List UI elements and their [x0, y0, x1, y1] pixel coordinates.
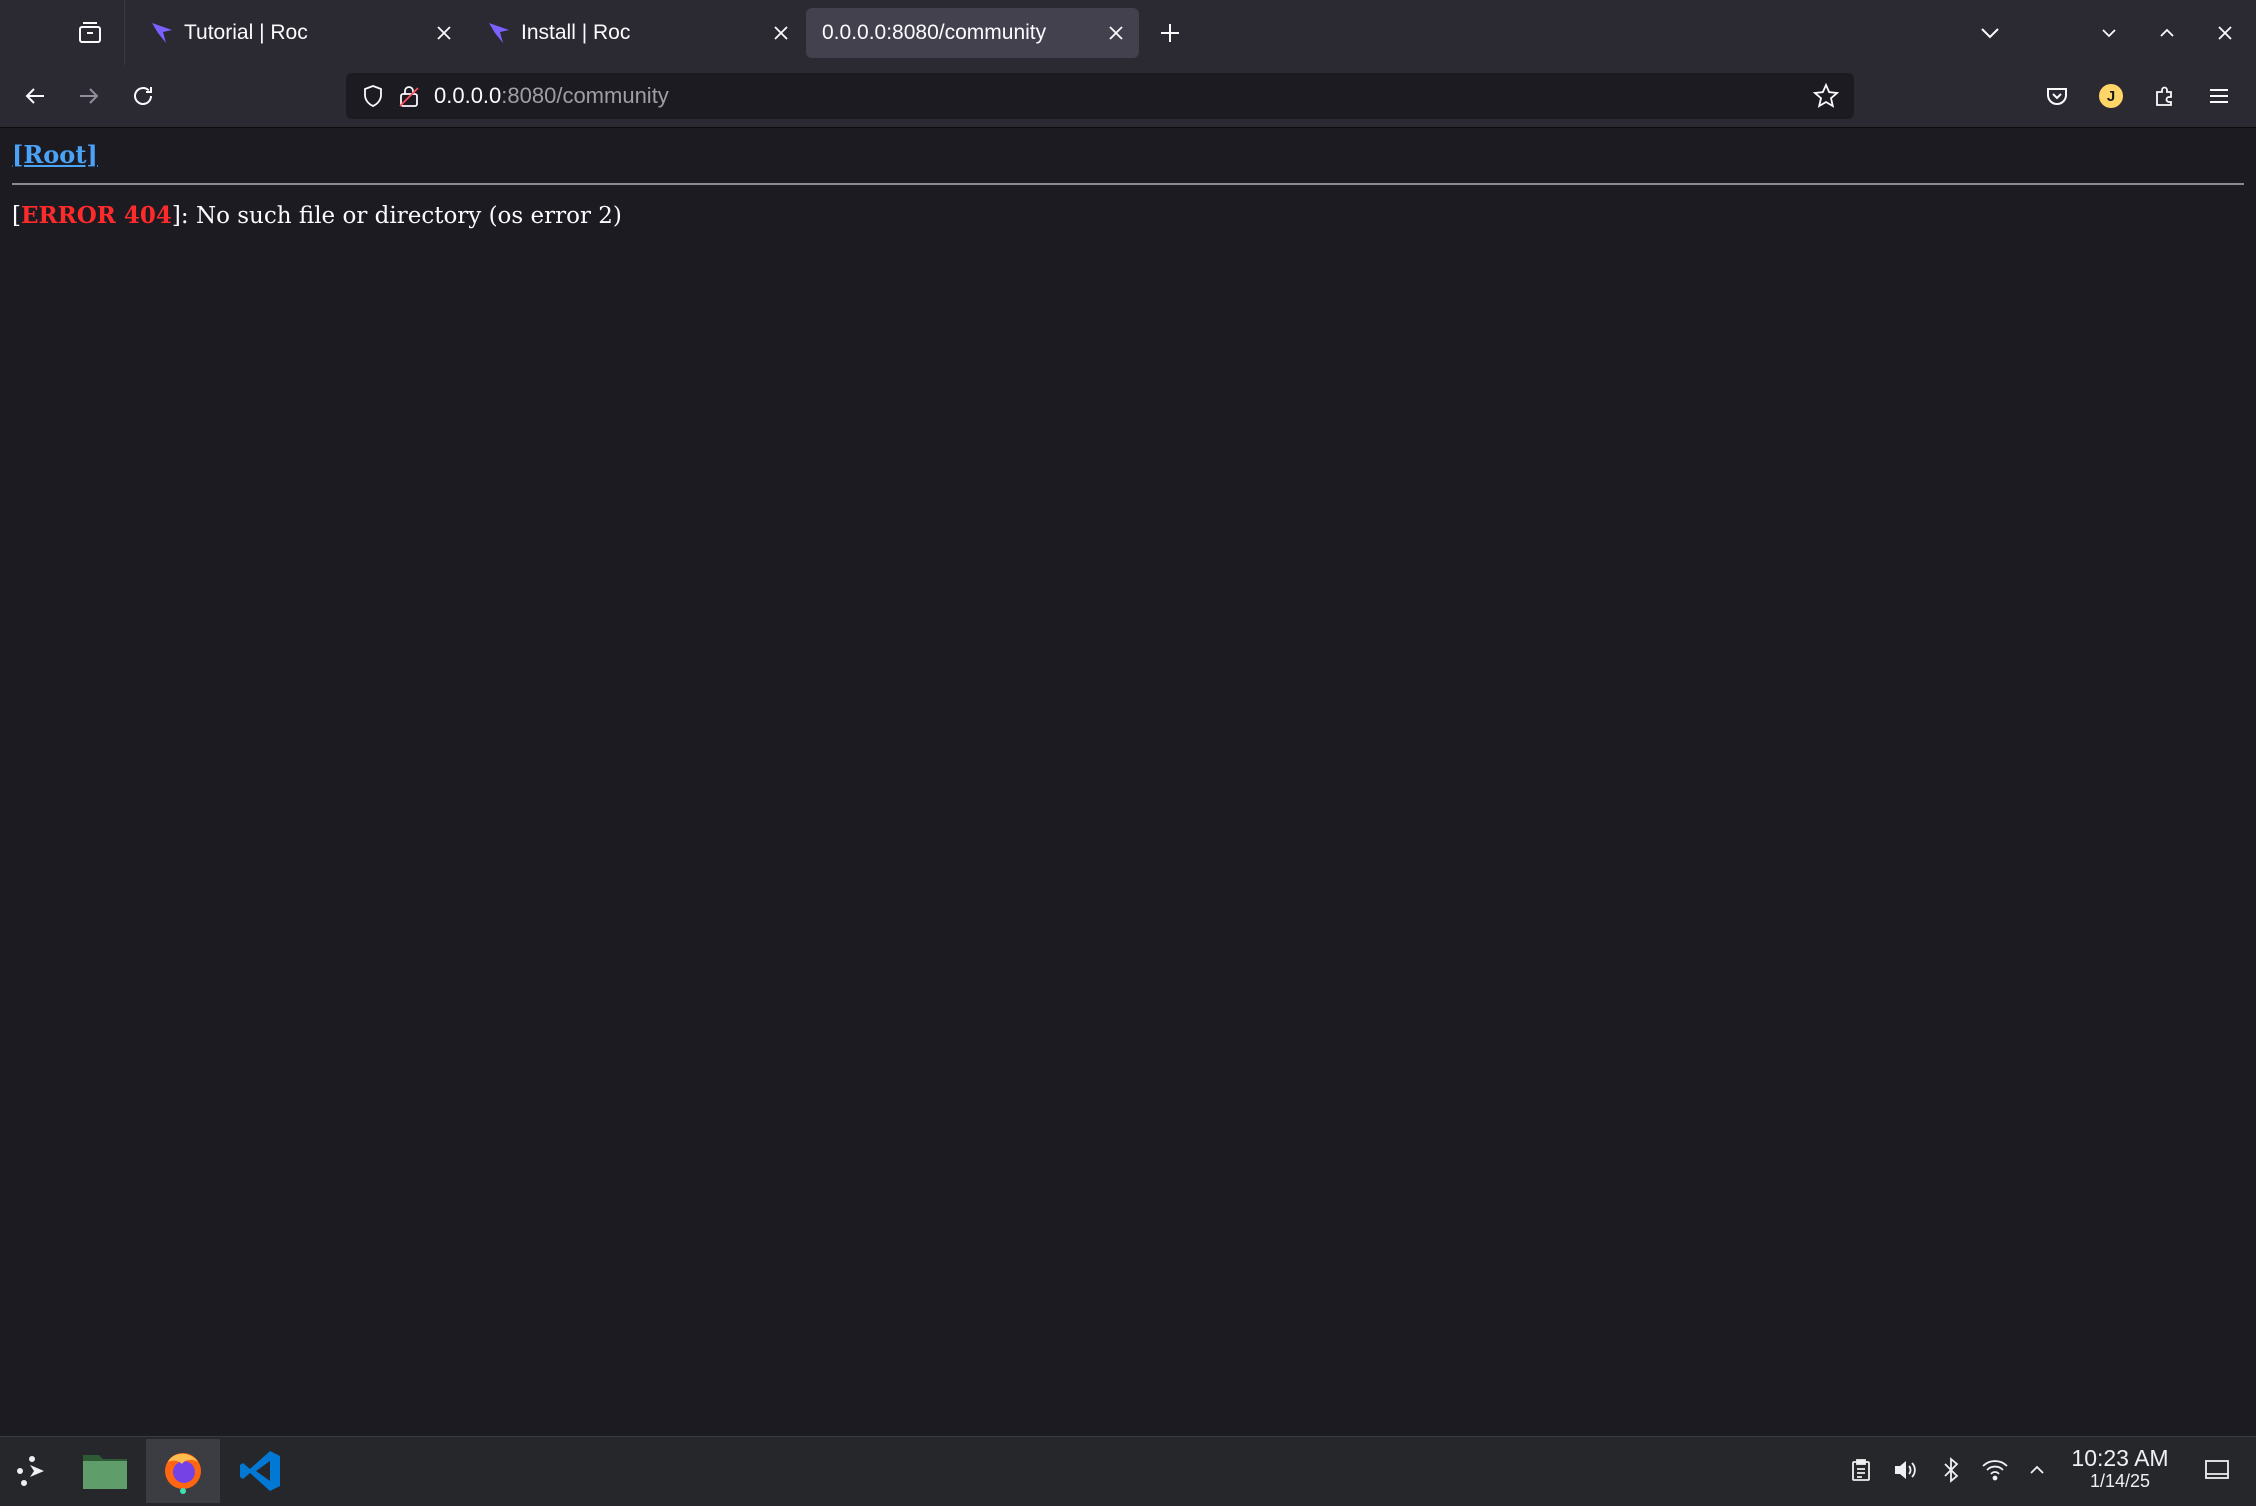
star-icon [1813, 83, 1839, 108]
firefox-icon [165, 1453, 201, 1494]
launcher-icon [17, 1456, 44, 1486]
bluetooth-icon [1944, 1457, 1959, 1483]
extensions-button[interactable] [2144, 75, 2186, 117]
tab-tutorial[interactable]: Tutorial | Roc [134, 8, 467, 58]
insecure-lock-icon[interactable] [396, 84, 422, 108]
chevron-up-icon [2160, 28, 2174, 37]
tab-close-button[interactable] [764, 16, 798, 50]
url-host: 0.0.0.0 [434, 83, 502, 108]
close-icon [437, 26, 451, 40]
pocket-button[interactable] [2036, 75, 2078, 117]
close-window-button[interactable] [2206, 14, 2244, 52]
url-text[interactable]: 0.0.0.0:8080/community [434, 83, 1806, 109]
tab-strip: Tutorial | Roc Install | Roc 0.0.0.0:808… [0, 0, 2256, 65]
clock-date: 1/14/25 [2089, 1471, 2151, 1491]
address-bar[interactable]: 0.0.0.0:8080/community [346, 73, 1854, 119]
roc-icon [150, 21, 174, 45]
taskbar: 10:23 AM 1/14/25 [0, 1436, 2256, 1506]
tab-close-button[interactable] [427, 16, 461, 50]
show-hidden-tray-button[interactable] [2020, 1453, 2054, 1487]
error-message: [ERROR 404]: No such file or directory (… [12, 202, 622, 229]
application-launcher[interactable] [0, 1439, 64, 1503]
desktop-icon [2205, 1460, 2229, 1479]
chevron-up-icon [2030, 1465, 2044, 1474]
tab-manager-button[interactable] [65, 14, 115, 52]
show-desktop-button[interactable] [2200, 1453, 2234, 1487]
avatar-initial: J [2106, 87, 2116, 105]
tab-title: Install | Roc [521, 21, 631, 44]
tab-title: 0.0.0.0:8080/community [822, 21, 1047, 44]
clock-time: 10:23 AM [2071, 1445, 2169, 1471]
arrow-left-icon [25, 88, 44, 104]
app-menu-button[interactable] [2198, 75, 2240, 117]
close-icon [2218, 26, 2232, 40]
vscode-icon [240, 1451, 280, 1491]
close-icon [1109, 26, 1123, 40]
volume-tray[interactable] [1888, 1453, 1922, 1487]
minimize-button[interactable] [2090, 14, 2128, 52]
forward-button[interactable] [68, 75, 110, 117]
maximize-button[interactable] [2148, 14, 2186, 52]
tab-community[interactable]: 0.0.0.0:8080/community [806, 8, 1139, 58]
reload-button[interactable] [122, 75, 164, 117]
root-link[interactable]: [Root] [12, 140, 98, 169]
taskbar-vscode[interactable] [224, 1439, 298, 1503]
url-path: :8080/community [501, 83, 669, 108]
hamburger-icon [2210, 89, 2228, 103]
plus-icon [1161, 24, 1179, 42]
tab-title: Tutorial | Roc [184, 21, 308, 44]
tab-manager-icon [77, 20, 103, 46]
page-content: [Root] [ERROR 404]: No such file or dire… [0, 128, 2256, 1436]
navigation-toolbar: 0.0.0.0:8080/community J [0, 65, 2256, 128]
tab-close-button[interactable] [1099, 16, 1133, 50]
list-all-tabs-button[interactable] [1971, 14, 2009, 52]
clipboard-icon [1852, 1459, 1870, 1481]
clipboard-tray[interactable] [1844, 1453, 1878, 1487]
taskbar-file-manager[interactable] [68, 1439, 142, 1503]
bluetooth-tray[interactable] [1934, 1453, 1968, 1487]
puzzle-icon [2156, 86, 2172, 106]
error-code: ERROR 404 [20, 202, 172, 229]
close-icon [774, 26, 788, 40]
error-text: ]: No such file or directory (os error 2… [171, 203, 622, 229]
speaker-icon [1895, 1461, 1916, 1479]
network-tray[interactable] [1978, 1453, 2012, 1487]
tracking-protection-icon[interactable] [358, 84, 388, 108]
taskbar-firefox[interactable] [146, 1439, 220, 1503]
bookmark-star-button[interactable] [1806, 83, 1846, 109]
divider [12, 183, 2244, 185]
roc-icon [487, 21, 511, 45]
tab-separator [124, 0, 125, 65]
pocket-icon [2047, 88, 2067, 105]
chevron-down-icon [2102, 29, 2116, 38]
digital-clock[interactable]: 10:23 AM 1/14/25 [2060, 1445, 2180, 1491]
tab-install[interactable]: Install | Roc [471, 8, 804, 58]
back-button[interactable] [14, 75, 56, 117]
error-bracket: [ [12, 203, 21, 229]
reload-icon [134, 87, 152, 105]
new-tab-button[interactable] [1152, 15, 1188, 51]
wifi-icon [1982, 1460, 2008, 1481]
arrow-right-icon [80, 88, 99, 104]
file-manager-icon [83, 1455, 127, 1489]
chevron-down-icon [1981, 28, 1999, 39]
account-button[interactable]: J [2090, 75, 2132, 117]
